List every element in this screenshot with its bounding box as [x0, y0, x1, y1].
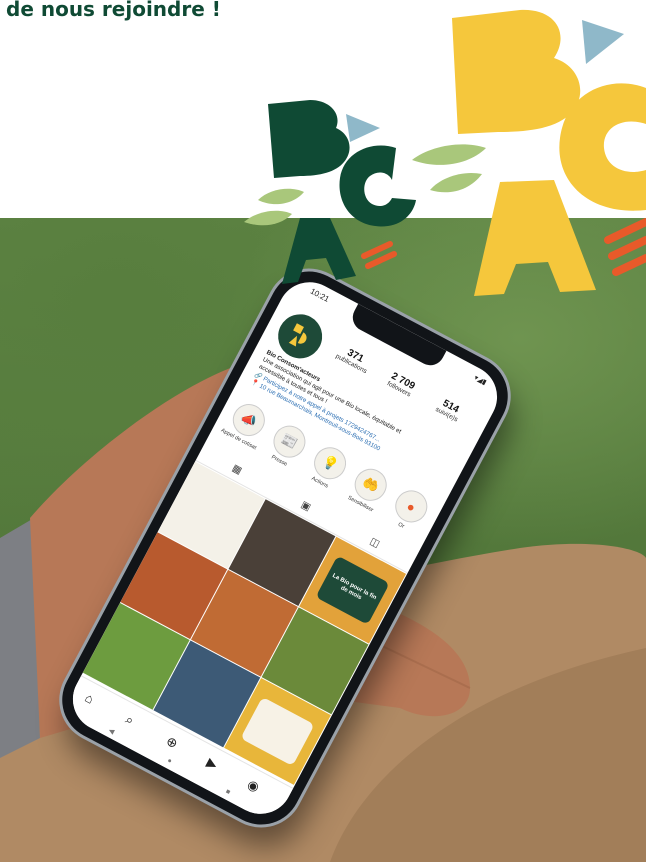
post-caption: La Bio pour la fin de mois [315, 555, 390, 625]
search-icon[interactable]: ⌕ [123, 711, 136, 729]
status-icons: ▾◢▮ [472, 374, 488, 387]
hero-photo: 10:21 ▾◢▮ 371 publications 2 709 followe [0, 218, 646, 862]
status-time: 10:21 [308, 286, 331, 304]
tagged-icon[interactable]: ◫ [368, 536, 382, 550]
following-count[interactable]: 514 suivi(e)s [420, 389, 478, 431]
logo-letter-b-large [452, 9, 581, 135]
logo-letter-b-small [268, 100, 350, 178]
back-icon[interactable]: ◀ [107, 726, 116, 736]
post-caption [240, 696, 315, 767]
home-icon[interactable]: ⌂ [82, 690, 96, 707]
reels-tab-icon[interactable]: ▣ [299, 499, 313, 513]
logo-letter-c-large [559, 83, 646, 211]
logo-leaf [412, 144, 486, 165]
logo-letter-c-small [339, 145, 416, 227]
profile-icon[interactable]: ◉ [244, 776, 262, 795]
home-circle-icon[interactable]: ● [166, 757, 173, 765]
grid-icon[interactable]: ▦ [230, 463, 244, 477]
logo-leaf [258, 188, 304, 205]
reels-icon[interactable]: ▶ [204, 755, 220, 774]
logo-leaf [430, 172, 482, 193]
highlight-or[interactable]: ● Or [382, 483, 437, 538]
add-post-icon[interactable]: ⊕ [163, 733, 181, 752]
headline: de nous rejoindre ! [6, 0, 221, 21]
logo-triangle-large [582, 20, 624, 64]
recents-icon[interactable]: ■ [224, 788, 231, 796]
logo-triangle-small [346, 114, 380, 142]
